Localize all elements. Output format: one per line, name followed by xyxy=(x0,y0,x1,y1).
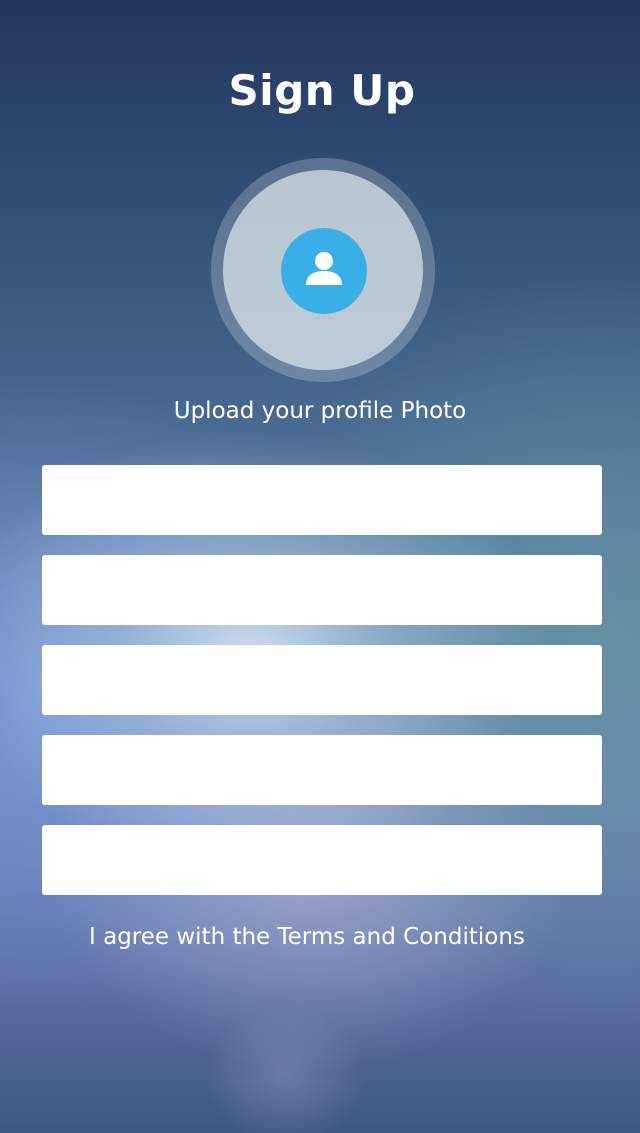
sign-up-screen: Sign Up Upload your profile Photo I agre… xyxy=(0,0,640,1133)
form-field-3[interactable] xyxy=(42,645,602,715)
profile-photo-placeholder xyxy=(223,170,423,370)
upload-photo-label: Upload your profile Photo xyxy=(173,398,467,424)
form-field-4[interactable] xyxy=(42,735,602,805)
page-title: Sign Up xyxy=(228,66,416,115)
form-field-5[interactable] xyxy=(42,825,602,895)
profile-photo-uploader[interactable] xyxy=(211,158,435,382)
form-field-1[interactable] xyxy=(42,465,602,535)
terms-agreement-link[interactable]: I agree with the Terms and Conditions xyxy=(89,924,525,950)
avatar xyxy=(281,228,367,314)
form-field-2[interactable] xyxy=(42,555,602,625)
user-icon xyxy=(306,252,342,285)
